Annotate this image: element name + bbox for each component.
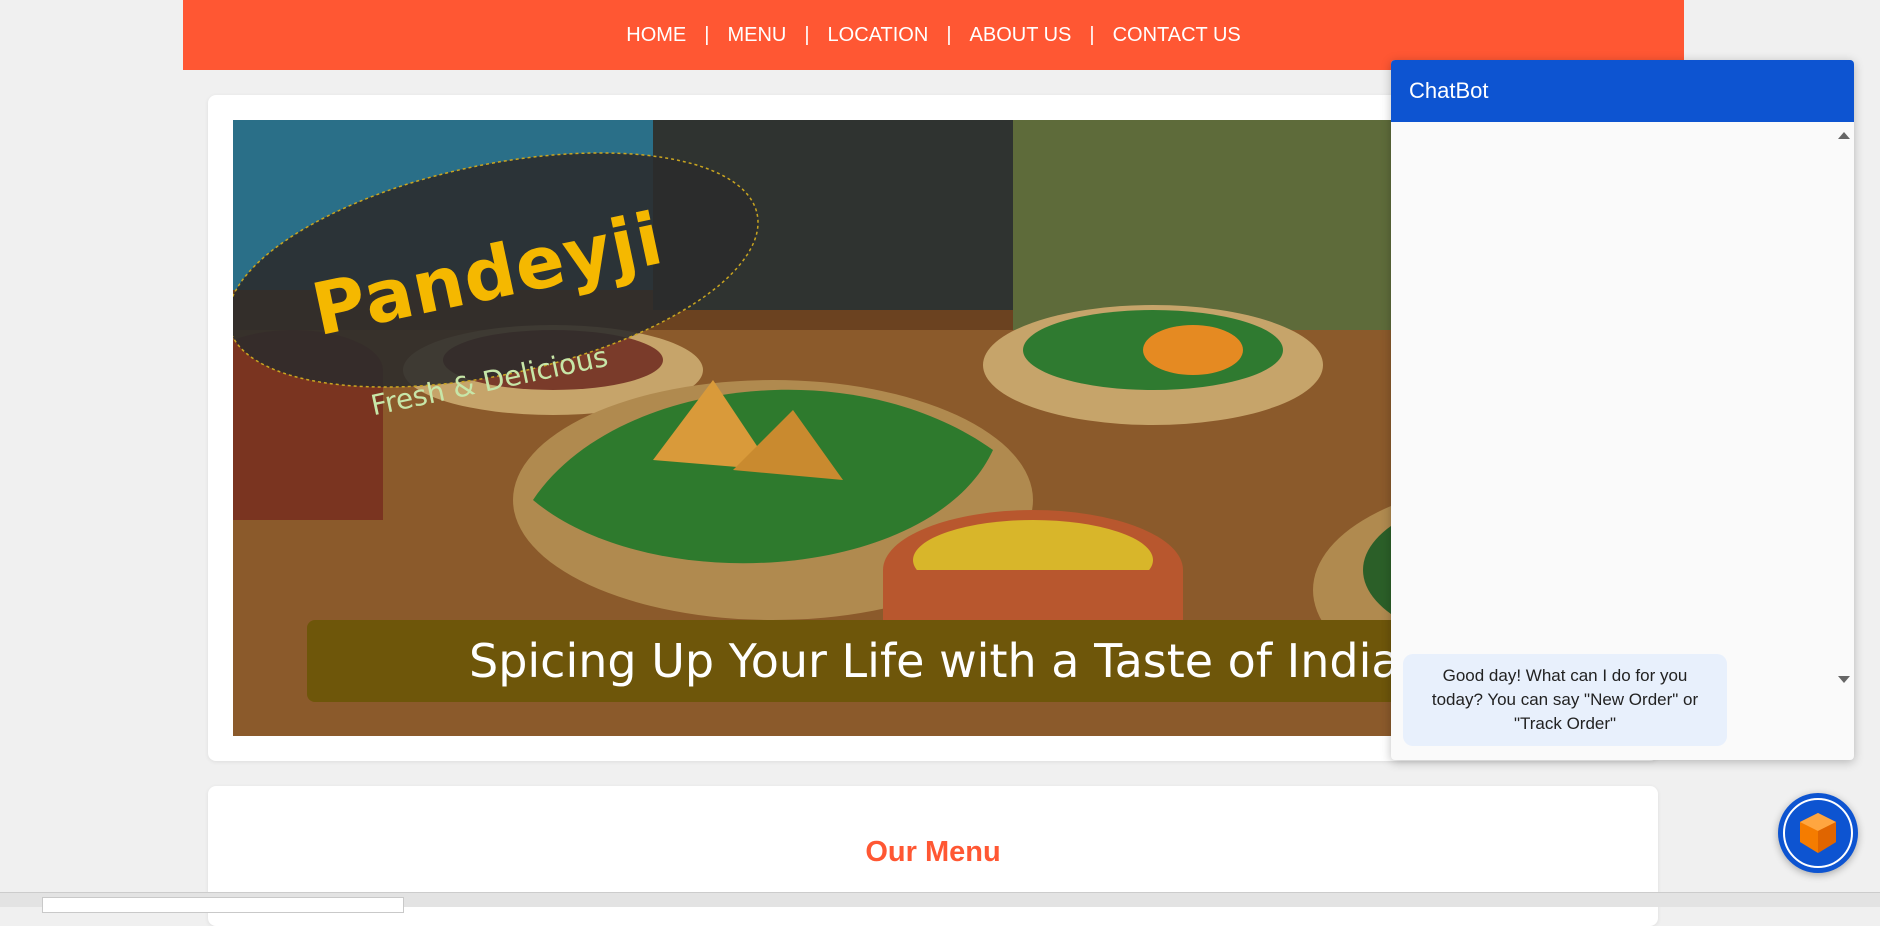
chatbot-messages[interactable]: Good day! What can I do for you today? Y… — [1391, 122, 1854, 758]
menu-section-title: Our Menu — [865, 836, 1001, 868]
scroll-up-arrow-icon[interactable] — [1838, 132, 1850, 139]
nav-separator: | — [1089, 23, 1095, 46]
chatbot-title: ChatBot — [1409, 78, 1489, 103]
nav-location-link[interactable]: LOCATION — [828, 24, 929, 47]
chat-launcher-button[interactable] — [1778, 793, 1858, 873]
bottom-taskbar — [0, 892, 1880, 913]
nav-contact-link[interactable]: CONTACT US — [1113, 24, 1241, 47]
taskbar-tab[interactable] — [42, 897, 404, 913]
nav-separator: | — [946, 23, 952, 46]
nav-home-link[interactable]: HOME — [626, 24, 686, 47]
scroll-down-arrow-icon[interactable] — [1838, 676, 1850, 683]
nav-menu-link[interactable]: MENU — [727, 24, 786, 47]
chatbot-panel: ChatBot Good day! What can I do for you … — [1391, 60, 1854, 760]
nav-separator: | — [804, 23, 810, 46]
chatbot-header: ChatBot — [1391, 60, 1854, 122]
nav-separator: | — [704, 23, 710, 46]
hero-tagline: Spicing Up Your Life with a Taste of Ind… — [469, 634, 1418, 688]
nav-about-link[interactable]: ABOUT US — [970, 24, 1072, 47]
bot-message: Good day! What can I do for you today? Y… — [1403, 654, 1727, 746]
cube-icon — [1800, 813, 1836, 853]
